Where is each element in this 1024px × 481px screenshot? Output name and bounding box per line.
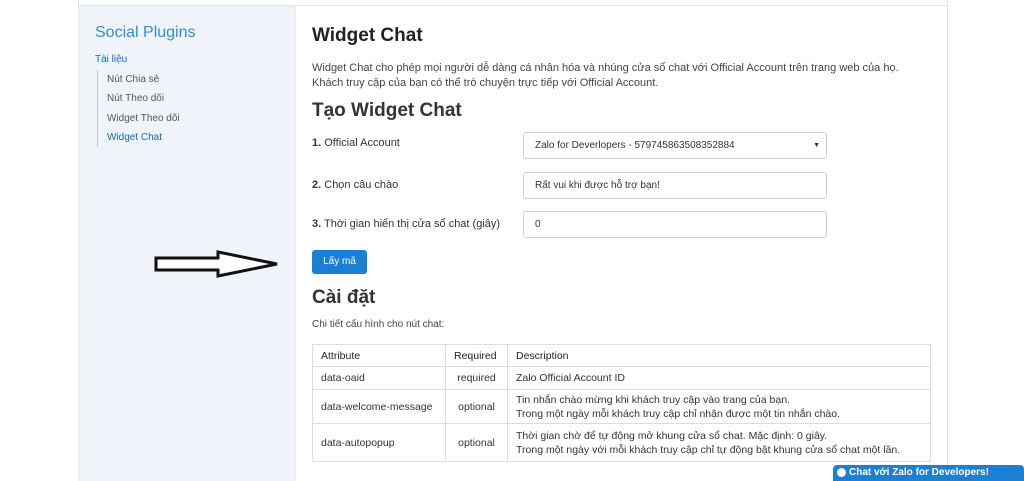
greeting-input[interactable]: Rất vui khi được hỗ trợ bạn! — [523, 172, 827, 199]
table-header-row: Attribute Required Description — [312, 344, 931, 367]
chat-widget-label: Chat với Zalo for Developers! — [849, 467, 989, 478]
intro-text: Widget Chat cho phép mọi người dễ dàng c… — [312, 62, 899, 89]
attribute-cell: data-welcome-message — [312, 389, 446, 424]
sidebar-item-share-button[interactable]: Nút Chia sẻ — [107, 70, 180, 89]
settings-heading: Cài đặt — [312, 287, 376, 308]
greeting-label: 2. Chọn câu chào — [312, 179, 398, 191]
sidebar-item-follow-button[interactable]: Nút Theo dõi — [107, 89, 180, 108]
col-header-required: Required — [445, 344, 508, 367]
delay-input[interactable]: 0 — [523, 211, 827, 238]
table-row: data-oaid required Zalo Official Account… — [312, 366, 931, 390]
official-account-select[interactable]: Zalo for Deverlopers - 57974586350835288… — [523, 132, 827, 159]
settings-description: Chi tiết cấu hình cho nút chat: — [312, 319, 445, 330]
page-title: Widget Chat — [312, 25, 423, 46]
description-cell: Tin nhắn chào mừng khi khách truy cập và… — [507, 389, 931, 424]
sidebar-item-widget-chat[interactable]: Widget Chat — [107, 128, 180, 147]
description-line: Trong một ngày mỗi khách truy cập chỉ nh… — [516, 407, 841, 420]
arrow-right-icon — [154, 250, 278, 278]
greeting-number: 2. — [312, 179, 322, 191]
description-line: Tin nhắn chào mừng khi khách truy cập và… — [516, 393, 790, 406]
description-cell: Thời gian chờ để tự động mở khung cửa sổ… — [507, 423, 931, 462]
delay-label: 3. Thời gian hiển thị cửa sổ chat (giây) — [312, 218, 500, 230]
attributes-table: Attribute Required Description data-oaid… — [312, 344, 931, 462]
table-row: data-welcome-message optional Tin nhắn c… — [312, 389, 931, 424]
page-right-edge — [947, 0, 948, 481]
official-account-label: 1. Official Account — [312, 137, 400, 149]
description-line: Zalo Official Account ID — [516, 372, 625, 384]
sidebar-title[interactable]: Social Plugins — [95, 24, 196, 42]
required-cell: required — [445, 366, 508, 390]
delay-number: 3. — [312, 218, 322, 230]
sidebar-section-docs[interactable]: Tài liệu — [95, 54, 127, 65]
attribute-cell: data-oaid — [312, 366, 446, 390]
required-cell: optional — [445, 423, 508, 462]
get-code-button[interactable]: Lấy mã — [312, 250, 367, 274]
sidebar: Social Plugins Tài liệu Nút Chia sẻ Nút … — [79, 6, 296, 481]
required-cell: optional — [445, 389, 508, 424]
col-header-attribute: Attribute — [312, 344, 446, 367]
table-row: data-autopopup optional Thời gian chờ để… — [312, 423, 931, 462]
sidebar-item-follow-widget[interactable]: Widget Theo dõi — [107, 109, 180, 128]
sidebar-list: Nút Chia sẻ Nút Theo dõi Widget Theo dõi… — [97, 70, 180, 148]
greeting-label-text: Chọn câu chào — [324, 179, 399, 191]
attribute-cell: data-autopopup — [312, 423, 446, 462]
delay-label-text: Thời gian hiển thị cửa sổ chat (giây) — [324, 218, 501, 230]
col-header-description: Description — [507, 344, 931, 367]
description-line: Thời gian chờ để tự động mở khung cửa sổ… — [516, 429, 828, 442]
create-widget-heading: Tạo Widget Chat — [312, 100, 462, 121]
chevron-down-icon: ▼ — [813, 142, 820, 149]
official-account-label-text: Official Account — [324, 137, 400, 149]
chat-icon — [837, 468, 846, 477]
chat-widget-button[interactable]: Chat với Zalo for Developers! — [833, 465, 1024, 481]
delay-value: 0 — [535, 219, 541, 230]
greeting-value: Rất vui khi được hỗ trợ bạn! — [535, 180, 660, 191]
description-cell: Zalo Official Account ID — [507, 366, 931, 390]
description-line: Trong một ngày với mỗi khách truy cập ch… — [516, 443, 901, 456]
official-account-number: 1. — [312, 137, 322, 149]
official-account-value: Zalo for Deverlopers - 57974586350835288… — [535, 140, 735, 151]
